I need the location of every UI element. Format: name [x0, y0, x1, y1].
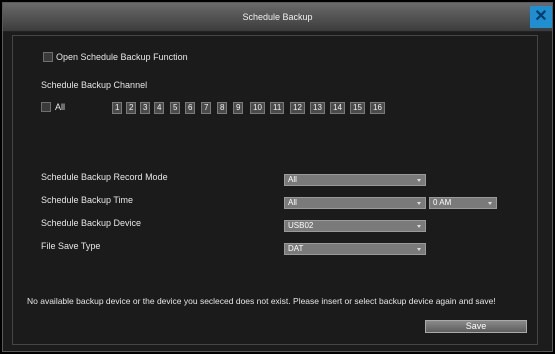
- backup-time-value: All: [288, 198, 297, 207]
- channel-heading: Schedule Backup Channel: [41, 80, 148, 90]
- status-message: No available backup device or the device…: [27, 296, 496, 306]
- channel-button-12[interactable]: 12: [290, 102, 305, 114]
- backup-hour-value: 0 AM: [433, 198, 452, 207]
- chevron-down-icon: [417, 202, 421, 205]
- file-save-type-label: File Save Type: [41, 241, 101, 251]
- backup-device-select[interactable]: USB02: [284, 220, 426, 232]
- all-channels-checkbox[interactable]: [41, 102, 51, 112]
- record-mode-value: All: [288, 175, 297, 184]
- title-bar: Schedule Backup ✕: [3, 3, 552, 32]
- open-schedule-backup-label: Open Schedule Backup Function: [56, 52, 188, 62]
- backup-time-label: Schedule Backup Time: [41, 195, 134, 205]
- backup-device-label: Schedule Backup Device: [41, 218, 142, 228]
- close-icon: ✕: [534, 8, 548, 25]
- channel-button-14[interactable]: 14: [330, 102, 345, 114]
- file-save-type-value: DAT: [288, 244, 304, 253]
- open-schedule-backup-checkbox[interactable]: [43, 52, 53, 62]
- channel-button-5[interactable]: 5: [170, 102, 181, 114]
- channel-button-4[interactable]: 4: [154, 102, 165, 114]
- chevron-down-icon: [417, 179, 421, 182]
- window-title: Schedule Backup: [242, 12, 313, 22]
- all-channels-label: All: [55, 102, 66, 112]
- save-button[interactable]: Save: [425, 320, 527, 333]
- channel-button-8[interactable]: 8: [217, 102, 228, 114]
- channel-button-3[interactable]: 3: [140, 102, 151, 114]
- file-save-type-select[interactable]: DAT: [284, 243, 426, 255]
- backup-device-value: USB02: [288, 221, 314, 230]
- channel-button-10[interactable]: 10: [250, 102, 265, 114]
- channel-button-1[interactable]: 1: [112, 102, 123, 114]
- channel-button-15[interactable]: 15: [350, 102, 365, 114]
- channel-button-6[interactable]: 6: [185, 102, 196, 114]
- chevron-down-icon: [488, 202, 492, 205]
- chevron-down-icon: [417, 248, 421, 251]
- backup-time-select[interactable]: All: [284, 197, 426, 209]
- channel-button-11[interactable]: 11: [270, 102, 285, 114]
- record-mode-label: Schedule Backup Record Mode: [41, 172, 168, 182]
- channel-button-16[interactable]: 16: [370, 102, 385, 114]
- record-mode-select[interactable]: All: [284, 174, 426, 186]
- chevron-down-icon: [417, 225, 421, 228]
- channel-button-9[interactable]: 9: [233, 102, 244, 114]
- channel-button-7[interactable]: 7: [201, 102, 212, 114]
- channel-button-2[interactable]: 2: [126, 102, 137, 114]
- close-button[interactable]: ✕: [530, 6, 552, 28]
- channel-button-13[interactable]: 13: [310, 102, 325, 114]
- backup-hour-select[interactable]: 0 AM: [429, 197, 497, 209]
